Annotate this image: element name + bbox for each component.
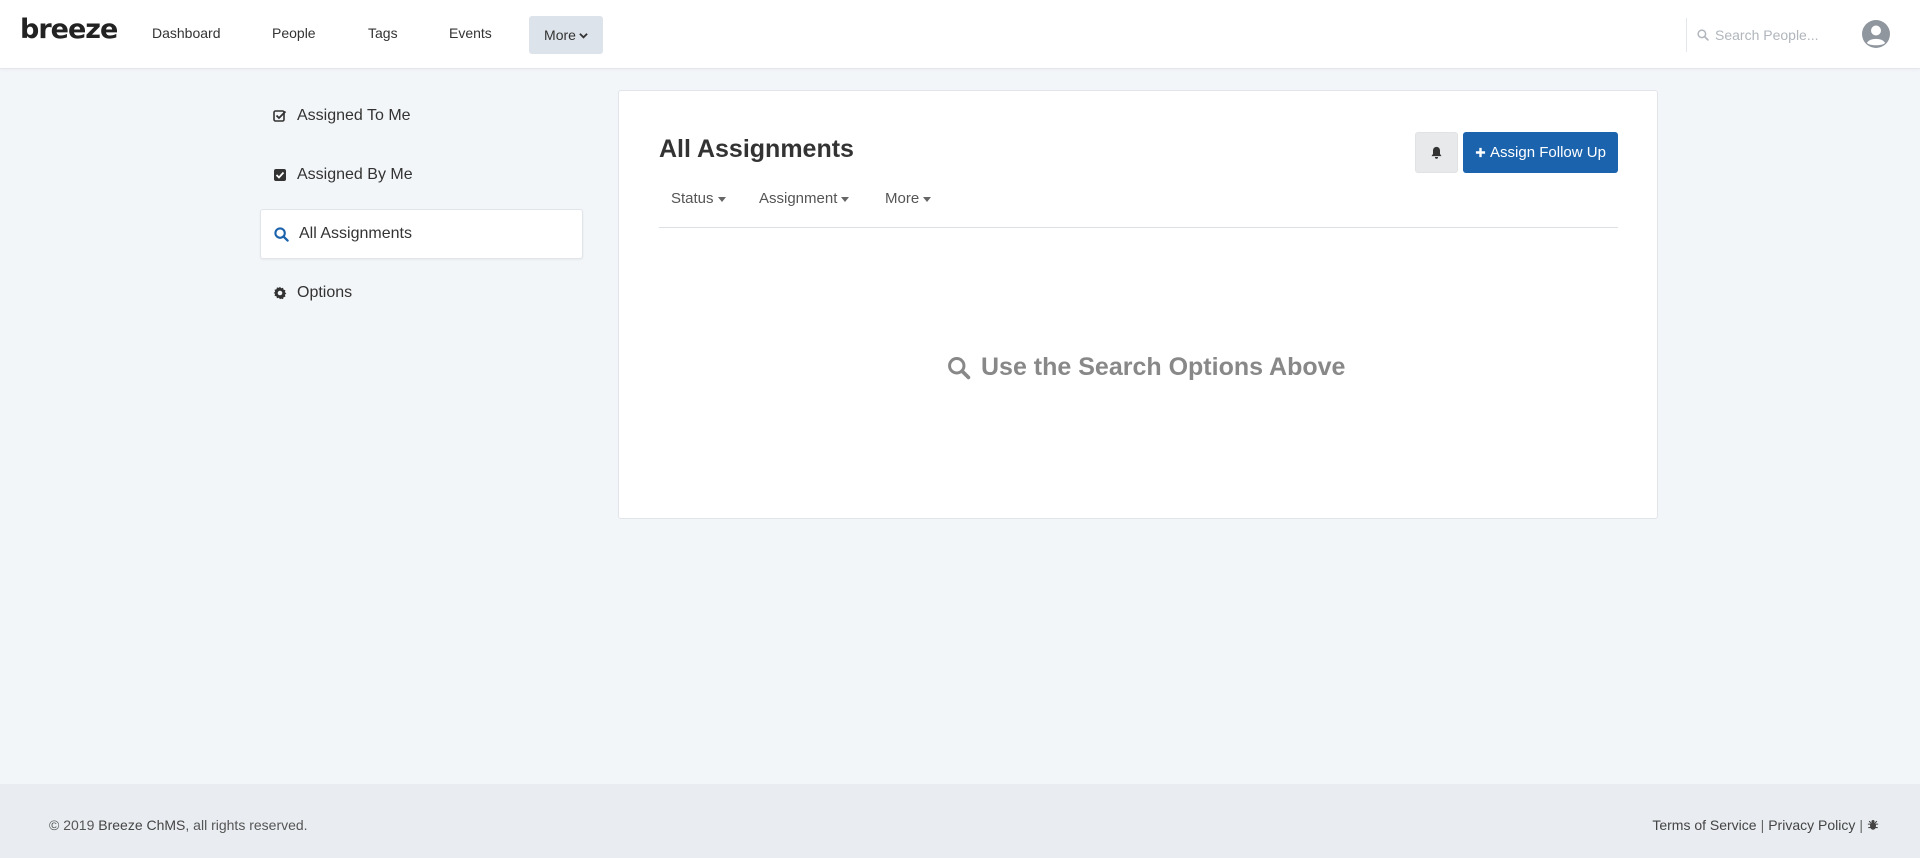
chevron-down-icon [579, 32, 588, 39]
top-navbar: breeze Dashboard People Tags Events More [0, 0, 1920, 69]
bell-icon [1431, 146, 1442, 159]
sidebar-item-label: Options [297, 284, 353, 301]
notifications-button[interactable] [1415, 132, 1458, 173]
sidebar-item-all-assignments[interactable]: All Assignments [260, 209, 583, 259]
footer-separator: | [1760, 817, 1765, 833]
nav-dashboard[interactable]: Dashboard [152, 25, 221, 41]
footer: © 2019 Breeze ChMS, all rights reserved.… [0, 784, 1920, 858]
search-people-box[interactable] [1697, 24, 1827, 46]
privacy-policy-link[interactable]: Privacy Policy [1768, 817, 1855, 833]
search-icon [1697, 29, 1709, 41]
sidebar-item-assigned-by-me[interactable]: Assigned By Me [260, 150, 583, 200]
nav-more-label: More [544, 27, 576, 43]
filter-label: More [885, 190, 920, 207]
nav-divider [1686, 18, 1687, 52]
checkbox-checked-icon [274, 169, 286, 181]
filter-label: Assignment [759, 190, 838, 207]
breeze-logo[interactable]: breeze [20, 14, 118, 45]
nav-people[interactable]: People [272, 25, 316, 41]
sidebar-item-label: Assigned By Me [297, 166, 413, 183]
more-filter-dropdown[interactable]: More [885, 190, 932, 207]
status-filter-dropdown[interactable]: Status [671, 190, 726, 207]
checkbox-outline-icon [273, 110, 287, 122]
footer-separator: | [1859, 817, 1863, 833]
gear-icon [273, 286, 287, 300]
footer-links: Terms of Service | Privacy Policy | [1652, 817, 1879, 833]
page-title: All Assignments [659, 135, 854, 163]
caret-down-icon [717, 197, 726, 202]
plus-icon [1475, 147, 1486, 158]
sidebar-item-options[interactable]: Options [260, 268, 583, 318]
caret-down-icon [923, 197, 932, 202]
nav-tags[interactable]: Tags [368, 25, 398, 41]
terms-of-service-link[interactable]: Terms of Service [1652, 817, 1756, 833]
sidebar-item-label: Assigned To Me [297, 107, 411, 124]
user-avatar-icon[interactable] [1861, 19, 1891, 49]
assignment-filter-dropdown[interactable]: Assignment [759, 190, 850, 207]
bug-icon[interactable] [1867, 819, 1879, 831]
caret-down-icon [841, 197, 850, 202]
copyright-suffix: , all rights reserved. [185, 817, 308, 833]
search-people-input[interactable] [1715, 27, 1825, 43]
assign-follow-up-button[interactable]: Assign Follow Up [1463, 132, 1618, 173]
copyright-brand[interactable]: Breeze ChMS [98, 817, 185, 833]
search-icon [274, 226, 289, 242]
assign-follow-up-label: Assign Follow Up [1490, 144, 1606, 161]
nav-events[interactable]: Events [449, 25, 492, 41]
search-icon [948, 356, 971, 379]
sidebar-item-assigned-to-me[interactable]: Assigned To Me [260, 91, 583, 141]
copyright-prefix: © 2019 [49, 817, 99, 833]
copyright: © 2019 Breeze ChMS, all rights reserved. [49, 817, 308, 833]
assignments-card: All Assignments Assign Follow Up Status … [618, 90, 1658, 519]
empty-state-message: Use the Search Options Above [947, 353, 1345, 382]
filter-divider [659, 227, 1618, 228]
filter-label: Status [671, 190, 714, 207]
empty-state-text: Use the Search Options Above [981, 353, 1346, 381]
nav-more-dropdown[interactable]: More [529, 16, 603, 54]
sidebar-item-label: All Assignments [299, 225, 412, 242]
